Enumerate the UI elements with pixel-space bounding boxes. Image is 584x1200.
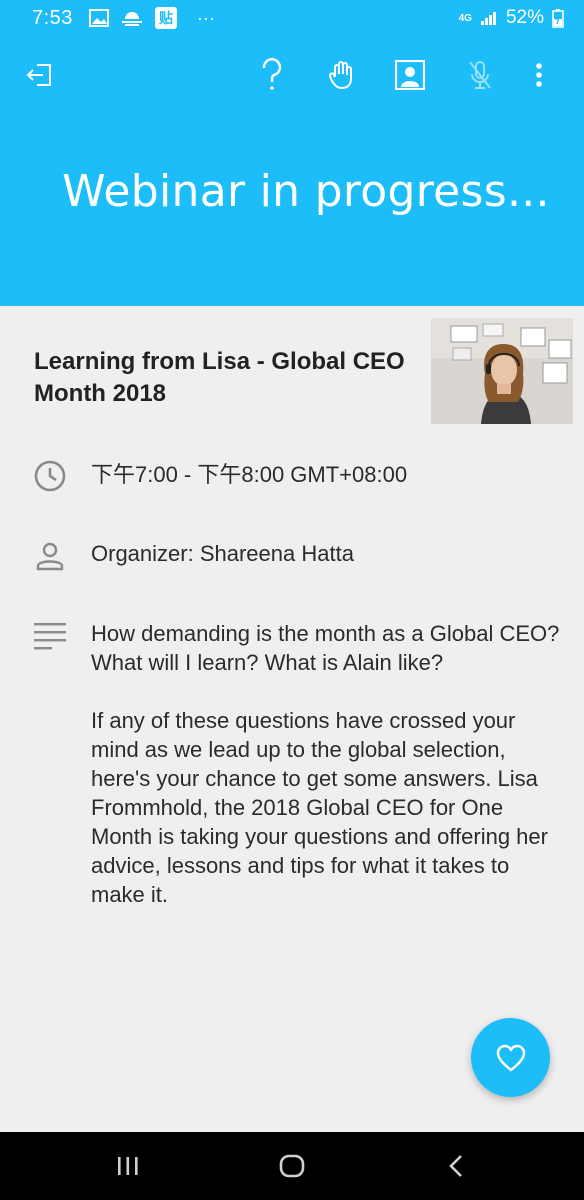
description-icon [32, 618, 68, 654]
system-navigation-bar [0, 1132, 584, 1200]
home-icon[interactable] [272, 1150, 312, 1182]
status-time: 7:53 [32, 6, 73, 29]
help-icon[interactable] [247, 50, 297, 100]
favorite-button[interactable] [471, 1018, 550, 1097]
webinar-header: 7:53 贴 ··· 4G 52% Webinar in progress... [0, 0, 584, 306]
app-badge-icon: 贴 [154, 7, 177, 29]
event-title: Learning from Lisa - Global CEO Month 20… [34, 348, 405, 407]
status-more: ··· [196, 7, 215, 28]
recent-apps-icon[interactable] [108, 1150, 148, 1182]
more-vert-icon[interactable] [514, 50, 564, 100]
webinar-status-title: Webinar in progress... [62, 166, 550, 217]
gallery-icon [88, 9, 109, 27]
signal-icon [480, 12, 496, 25]
battery-charging-icon [552, 9, 564, 28]
heart-icon [496, 1044, 525, 1071]
event-description: How demanding is the month as a Global C… [91, 619, 561, 909]
raise-hand-icon[interactable] [317, 50, 367, 100]
webinar-toolbar [0, 50, 584, 100]
status-bar: 7:53 贴 ··· 4G 52% [0, 0, 584, 36]
event-time: 下午7:00 - 下午8:00 GMT+08:00 [91, 462, 408, 487]
organizer-name: Organizer: Shareena Hatta [91, 541, 354, 566]
mic-muted-icon[interactable] [455, 50, 505, 100]
person-icon [32, 538, 68, 574]
exit-icon[interactable] [15, 50, 65, 100]
description-paragraph-2: If any of these questions have crossed y… [91, 708, 548, 907]
presenter-video-thumbnail[interactable] [431, 318, 573, 424]
weather-icon [121, 12, 142, 26]
network-indicator: 4G [458, 12, 472, 24]
attendee-icon[interactable] [385, 50, 435, 100]
clock-icon [32, 458, 68, 494]
description-paragraph-1: How demanding is the month as a Global C… [91, 621, 560, 675]
battery-percent: 52% [505, 7, 544, 28]
back-icon[interactable] [436, 1150, 476, 1182]
